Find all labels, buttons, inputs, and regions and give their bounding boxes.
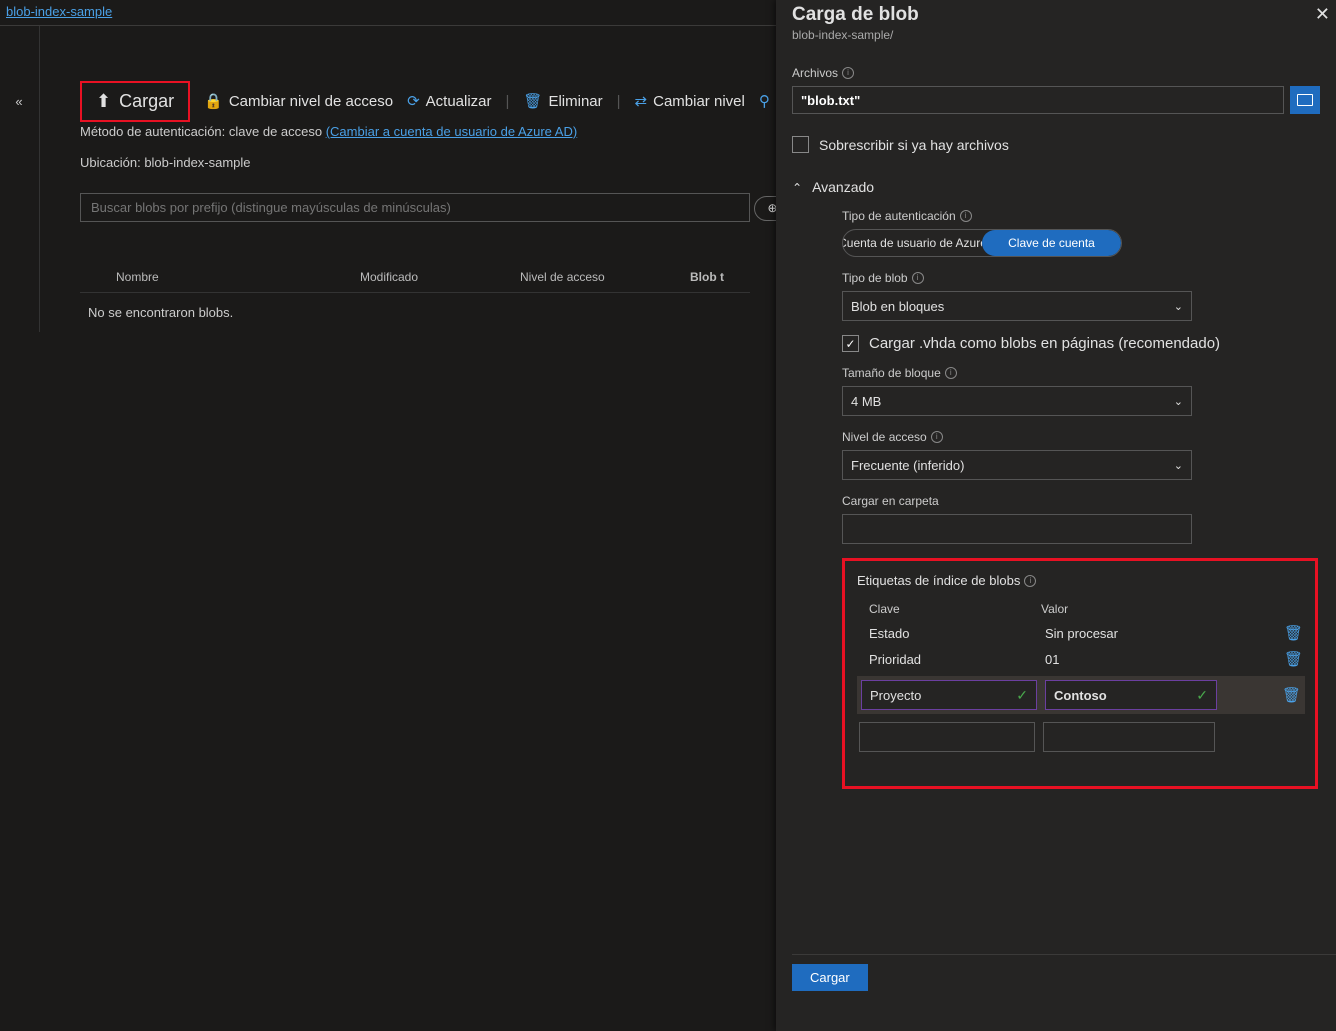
vhd-label: Cargar .vhda como blobs en páginas (reco… [869, 335, 1220, 352]
auth-opt-account-key[interactable]: Clave de cuenta [982, 230, 1121, 256]
lease-icon: ⚲ [759, 92, 770, 110]
folder-icon [1297, 94, 1313, 106]
blob-index-tags-section: Etiquetas de índice de blobs i Clave Val… [842, 558, 1318, 789]
tag-value-header: Valor [1037, 602, 1068, 616]
col-access-tier[interactable]: Nivel de acceso [520, 270, 690, 284]
overwrite-checkbox[interactable] [792, 136, 809, 153]
upload-blob-panel: ✕ Carga de blob blob-index-sample/ Archi… [776, 0, 1336, 1031]
upload-submit-button[interactable]: Cargar [792, 964, 868, 991]
tag-row: Prioridad 01 🗑 [857, 650, 1305, 668]
refresh-button[interactable]: ⟳ Actualizar [407, 92, 491, 110]
info-icon[interactable]: i [1024, 575, 1036, 587]
lock-icon: 🔒 [204, 92, 223, 110]
upload-icon: ⬆ [96, 91, 111, 112]
files-label: Archivos i [792, 66, 1320, 80]
change-access-label: Cambiar nivel de acceso [229, 93, 393, 110]
delete-tag-button[interactable]: 🗑 [1282, 686, 1303, 704]
delete-button[interactable]: 🗑 Eliminar [523, 92, 602, 110]
tag-row: Estado Sin procesar 🗑 [857, 624, 1305, 642]
info-icon[interactable]: i [960, 210, 972, 222]
blob-type-label: Tipo de blob i [842, 271, 1318, 285]
refresh-icon: ⟳ [407, 92, 420, 110]
empty-state-text: No se encontraron blobs. [80, 292, 750, 332]
refresh-label: Actualizar [426, 93, 492, 110]
check-icon: ✓ [1016, 687, 1028, 704]
col-modified[interactable]: Modificado [360, 270, 520, 284]
breadcrumb-container-link[interactable]: blob-index-sample [6, 4, 112, 19]
block-size-label: Tamaño de bloque i [842, 366, 1318, 380]
check-icon: ✓ [1196, 687, 1208, 704]
tag-row-editing: Proyecto✓ Contoso✓ 🗑 [857, 676, 1305, 714]
upload-button[interactable]: ⬆ Cargar [80, 81, 190, 122]
close-panel-button[interactable]: ✕ [1315, 4, 1330, 25]
tag-key-header: Clave [857, 602, 1037, 616]
blob-search-input[interactable] [80, 193, 750, 222]
auth-type-label: Tipo de autenticación i [842, 209, 1318, 223]
auth-type-toggle[interactable]: Cuenta de usuario de Azure Clave de cuen… [842, 229, 1122, 257]
browse-files-button[interactable] [1290, 86, 1320, 114]
delete-label: Eliminar [548, 93, 602, 110]
info-icon[interactable]: i [931, 431, 943, 443]
chevron-up-icon: ⌄ [792, 180, 802, 194]
trash-icon: 🗑 [523, 92, 542, 110]
switch-auth-link[interactable]: (Cambiar a cuenta de usuario de Azure AD… [326, 124, 577, 139]
panel-path: blob-index-sample/ [776, 26, 1336, 52]
chevron-down-icon: ⌄ [1174, 459, 1183, 472]
upload-folder-label: Cargar en carpeta [842, 494, 1318, 508]
col-name[interactable]: Nombre [80, 270, 360, 284]
tag-key-input[interactable] [859, 722, 1035, 752]
change-access-tier-button[interactable]: 🔒 Cambiar nivel de acceso [204, 92, 393, 110]
info-icon[interactable]: i [842, 67, 854, 79]
overwrite-label: Sobrescribir si ya hay archivos [819, 137, 1009, 153]
panel-title: Carga de blob [776, 4, 1336, 26]
tag-key-input[interactable]: Proyecto✓ [861, 680, 1037, 710]
index-tags-label: Etiquetas de índice de blobs [857, 573, 1020, 588]
chevron-down-icon: ⌄ [1174, 300, 1183, 313]
tag-value-input[interactable]: Contoso✓ [1045, 680, 1217, 710]
access-tier-select[interactable]: Frecuente (inferido)⌄ [842, 450, 1192, 480]
info-icon[interactable]: i [945, 367, 957, 379]
info-icon[interactable]: i [912, 272, 924, 284]
change-tier-label: Cambiar nivel [653, 93, 745, 110]
block-size-select[interactable]: 4 MB⌄ [842, 386, 1192, 416]
change-tier-button[interactable]: ⇄ Cambiar nivel [635, 92, 745, 110]
vhd-checkbox[interactable] [842, 335, 859, 352]
auth-opt-azure-ad[interactable]: Cuenta de usuario de Azure [843, 230, 982, 256]
access-tier-label: Nivel de acceso i [842, 430, 1318, 444]
upload-folder-input[interactable] [842, 514, 1192, 544]
blob-table-header: Nombre Modificado Nivel de acceso Blob t [80, 266, 750, 292]
upload-label: Cargar [119, 91, 174, 112]
swap-icon: ⇄ [635, 92, 648, 110]
delete-tag-button[interactable]: 🗑 [1284, 650, 1305, 668]
tag-row-empty [857, 722, 1305, 752]
left-nav-collapsed: « [0, 26, 40, 332]
col-blob-type[interactable]: Blob t [690, 270, 724, 284]
file-name-input[interactable] [792, 86, 1284, 114]
blob-type-select[interactable]: Blob en bloques⌄ [842, 291, 1192, 321]
expand-nav-chevron[interactable]: « [0, 86, 38, 116]
tag-value-input[interactable] [1043, 722, 1215, 752]
chevron-down-icon: ⌄ [1174, 395, 1183, 408]
advanced-toggle[interactable]: ⌄ Avanzado [792, 179, 1320, 195]
delete-tag-button[interactable]: 🗑 [1284, 624, 1305, 642]
